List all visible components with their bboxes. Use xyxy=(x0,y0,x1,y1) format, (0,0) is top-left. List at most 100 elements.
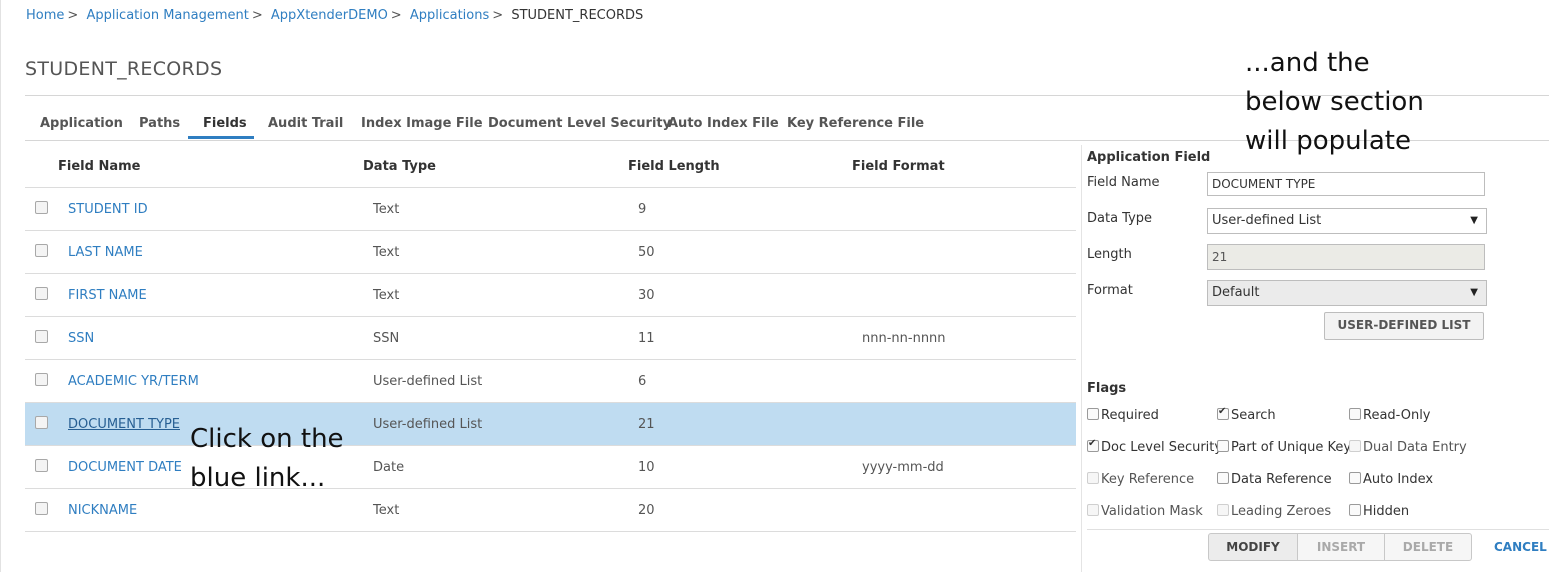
flag-auto-index[interactable]: Auto Index xyxy=(1349,472,1433,487)
format-value: Default xyxy=(1212,285,1260,300)
length-input: 21 xyxy=(1207,244,1485,270)
delete-button[interactable]: DELETE xyxy=(1384,533,1472,561)
data-type-cell: SSN xyxy=(373,331,400,346)
tab-auto-index-file[interactable]: Auto Index File xyxy=(668,116,779,131)
column-header-data-type[interactable]: Data Type xyxy=(363,159,436,174)
checkbox[interactable] xyxy=(1087,408,1099,420)
flag-label: Validation Mask xyxy=(1101,504,1203,519)
table-row[interactable]: SSN SSN 11 nnn-nn-nnnn xyxy=(25,317,1076,360)
annotation-line: will populate xyxy=(1245,126,1411,156)
table-row[interactable]: LAST NAME Text 50 xyxy=(25,231,1076,274)
flag-label: Required xyxy=(1101,408,1159,423)
tab-fields[interactable]: Fields xyxy=(203,116,247,131)
column-header-field-length[interactable]: Field Length xyxy=(628,159,720,174)
actions-divider xyxy=(1087,529,1549,530)
flag-key-reference: Key Reference xyxy=(1087,472,1194,487)
left-border xyxy=(0,0,1,572)
row-checkbox[interactable] xyxy=(35,459,48,472)
field-name-link[interactable]: LAST NAME xyxy=(68,245,143,260)
table-row-selected[interactable]: DOCUMENT TYPE User-defined List 21 xyxy=(25,403,1076,446)
field-name-link[interactable]: DOCUMENT TYPE xyxy=(68,417,180,432)
table-row[interactable]: STUDENT ID Text 9 xyxy=(25,188,1076,231)
table-row[interactable]: NICKNAME Text 20 xyxy=(25,489,1076,532)
field-name-link[interactable]: ACADEMIC YR/TERM xyxy=(68,374,199,389)
breadcrumb-applications[interactable]: Applications xyxy=(410,8,489,23)
table-header: Field Name Data Type Field Length Field … xyxy=(25,145,1076,188)
checkbox[interactable] xyxy=(1217,440,1229,452)
breadcrumb-appxtenderdemo[interactable]: AppXtenderDEMO xyxy=(271,8,388,23)
checkbox-disabled xyxy=(1349,440,1361,452)
flag-validation-mask: Validation Mask xyxy=(1087,504,1203,519)
data-type-cell: Text xyxy=(373,503,400,518)
breadcrumb-separator: > xyxy=(390,8,402,23)
flag-data-reference[interactable]: Data Reference xyxy=(1217,472,1332,487)
annotation-line: Click on the xyxy=(190,424,344,454)
column-header-field-name[interactable]: Field Name xyxy=(58,159,140,174)
cancel-button[interactable]: CANCEL xyxy=(1494,540,1547,554)
tab-application[interactable]: Application xyxy=(40,116,123,131)
checkbox-checked[interactable] xyxy=(1217,406,1229,420)
checkbox[interactable] xyxy=(1217,472,1229,484)
data-type-value: User-defined List xyxy=(1212,213,1322,228)
field-name-link[interactable]: DOCUMENT DATE xyxy=(68,460,182,475)
row-checkbox[interactable] xyxy=(35,502,48,515)
flag-doc-level-security[interactable]: Doc Level Security xyxy=(1087,438,1222,455)
data-type-cell: Date xyxy=(373,460,405,475)
row-checkbox[interactable] xyxy=(35,330,48,343)
breadcrumb-home[interactable]: Home xyxy=(26,8,64,23)
data-type-select[interactable]: User-defined List ▼ xyxy=(1207,208,1487,234)
page-title: STUDENT_RECORDS xyxy=(25,58,223,80)
breadcrumb-application-management[interactable]: Application Management xyxy=(86,8,248,23)
tab-document-level-security[interactable]: Document Level Security xyxy=(488,116,671,131)
flag-read-only[interactable]: Read-Only xyxy=(1349,408,1431,423)
field-name-input[interactable]: DOCUMENT TYPE xyxy=(1207,172,1485,196)
modify-button[interactable]: MODIFY xyxy=(1208,533,1298,561)
format-select[interactable]: Default ▼ xyxy=(1207,280,1487,306)
checkbox[interactable] xyxy=(1349,408,1361,420)
field-length-cell: 30 xyxy=(638,288,655,303)
breadcrumb: Home > Application Management > AppXtender… xyxy=(26,8,643,23)
row-checkbox[interactable] xyxy=(35,287,48,300)
data-type-cell: Text xyxy=(373,288,400,303)
row-checkbox[interactable] xyxy=(35,201,48,214)
fields-table: Field Name Data Type Field Length Field … xyxy=(25,145,1076,532)
checkbox[interactable] xyxy=(1349,504,1361,516)
format-label: Format xyxy=(1087,283,1133,298)
field-length-cell: 20 xyxy=(638,503,655,518)
field-name-link[interactable]: SSN xyxy=(68,331,94,346)
checkbox-checked[interactable] xyxy=(1087,438,1099,452)
flag-hidden[interactable]: Hidden xyxy=(1349,504,1409,519)
table-row[interactable]: FIRST NAME Text 30 xyxy=(25,274,1076,317)
data-type-cell: User-defined List xyxy=(373,417,483,432)
field-length-cell: 50 xyxy=(638,245,655,260)
field-length-cell: 6 xyxy=(638,374,647,389)
tab-audit-trail[interactable]: Audit Trail xyxy=(268,116,343,131)
table-row[interactable]: ACADEMIC YR/TERM User-defined List 6 xyxy=(25,360,1076,403)
column-header-field-format[interactable]: Field Format xyxy=(852,159,945,174)
field-name-label: Field Name xyxy=(1087,175,1160,190)
checkbox[interactable] xyxy=(1349,472,1361,484)
flag-required[interactable]: Required xyxy=(1087,408,1159,423)
field-name-link[interactable]: NICKNAME xyxy=(68,503,137,518)
tab-key-reference-file[interactable]: Key Reference File xyxy=(787,116,924,131)
insert-button[interactable]: INSERT xyxy=(1297,533,1385,561)
field-name-link[interactable]: FIRST NAME xyxy=(68,288,147,303)
annotation-line: ...and the xyxy=(1245,48,1370,78)
tab-index-image-file[interactable]: Index Image File xyxy=(361,116,483,131)
tab-paths[interactable]: Paths xyxy=(139,116,180,131)
row-checkbox[interactable] xyxy=(35,373,48,386)
active-tab-indicator xyxy=(188,136,254,139)
breadcrumb-separator: > xyxy=(251,8,263,23)
table-row[interactable]: DOCUMENT DATE Date 10 yyyy-mm-dd xyxy=(25,446,1076,489)
data-type-cell: Text xyxy=(373,202,400,217)
panel-title: Application Field xyxy=(1087,150,1211,165)
flag-part-of-unique-key[interactable]: Part of Unique Key xyxy=(1217,440,1351,455)
flag-search[interactable]: Search xyxy=(1217,406,1276,423)
row-checkbox[interactable] xyxy=(35,416,48,429)
field-name-link[interactable]: STUDENT ID xyxy=(68,202,148,217)
flags-title: Flags xyxy=(1087,381,1127,396)
row-checkbox[interactable] xyxy=(35,244,48,257)
breadcrumb-separator: > xyxy=(67,8,79,23)
flag-label: Read-Only xyxy=(1363,408,1431,423)
user-defined-list-button[interactable]: USER-DEFINED LIST xyxy=(1324,312,1484,340)
